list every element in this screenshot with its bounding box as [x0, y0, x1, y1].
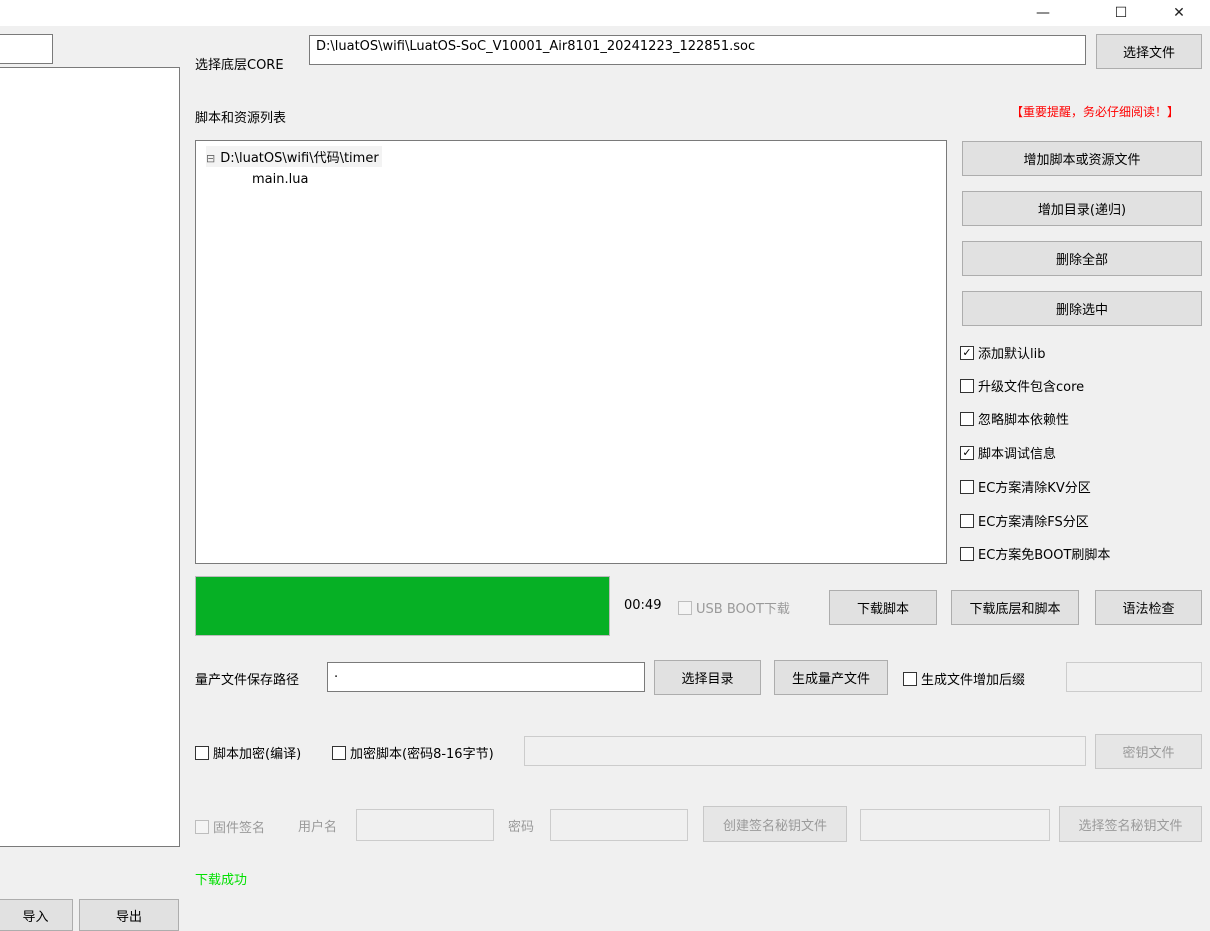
download-core-and-script-button[interactable]: 下载底层和脚本	[951, 590, 1079, 625]
checkbox-icon[interactable]	[960, 479, 974, 494]
option-label: EC方案清除FS分区	[978, 515, 1089, 530]
checkbox-icon[interactable]	[960, 378, 974, 393]
delete-all-button[interactable]: 删除全部	[962, 241, 1202, 276]
compile-encrypt-label: 脚本加密(编译)	[213, 747, 302, 762]
production-path-label: 量产文件保存路径	[195, 673, 300, 688]
select-directory-button[interactable]: 选择目录	[654, 660, 761, 695]
checkbox-icon[interactable]	[195, 745, 209, 760]
checkbox-icon[interactable]: ✓	[960, 345, 974, 360]
option-no-boot[interactable]: EC方案免BOOT刷脚本	[960, 544, 1110, 563]
sign-password-input[interactable]	[550, 809, 688, 841]
import-button[interactable]: 导入	[0, 899, 73, 931]
option-clear-kv[interactable]: EC方案清除KV分区	[960, 477, 1091, 496]
sign-key-path-input[interactable]	[860, 809, 1050, 841]
firmware-sign-checkbox[interactable]: 固件签名	[195, 817, 265, 836]
close-button[interactable]: ✕	[1156, 0, 1202, 26]
delete-selected-button[interactable]: 删除选中	[962, 291, 1202, 326]
checkbox-icon[interactable]	[960, 546, 974, 561]
left-search-input[interactable]	[0, 34, 53, 64]
option-label: 忽略脚本依赖性	[978, 413, 1070, 428]
export-button[interactable]: 导出	[79, 899, 179, 931]
download-script-button[interactable]: 下载脚本	[829, 590, 937, 625]
script-tree[interactable]: ⊟ D:\luatOS\wifi\代码\timer main.lua	[195, 140, 947, 564]
checkbox-icon[interactable]	[960, 411, 974, 426]
download-progress-bar	[195, 576, 610, 636]
password-input[interactable]	[524, 736, 1086, 766]
add-suffix-label: 生成文件增加后缀	[921, 673, 1026, 688]
add-directory-button[interactable]: 增加目录(递归)	[962, 191, 1202, 226]
checkbox-icon[interactable]	[960, 513, 974, 528]
production-path-input[interactable]: .	[327, 662, 645, 692]
option-label: EC方案免BOOT刷脚本	[978, 548, 1111, 563]
download-progress-fill	[196, 577, 609, 635]
checkbox-icon[interactable]: ✓	[960, 445, 974, 460]
tree-root-label: D:\luatOS\wifi\代码\timer	[220, 151, 379, 166]
select-sign-key-button[interactable]: 选择签名秘钥文件	[1059, 806, 1202, 842]
tree-child-item[interactable]: main.lua	[252, 172, 308, 187]
option-label: 脚本调试信息	[978, 447, 1057, 462]
key-file-button[interactable]: 密钥文件	[1095, 734, 1202, 769]
elapsed-time: 00:49	[624, 598, 662, 613]
option-label: 升级文件包含core	[978, 380, 1085, 395]
password-label: 密码	[508, 820, 535, 835]
maximize-button[interactable]: ☐	[1098, 0, 1144, 26]
option-default-lib[interactable]: ✓ 添加默认lib	[960, 343, 1045, 362]
core-label: 选择底层CORE	[195, 58, 284, 73]
option-label: 添加默认lib	[978, 347, 1046, 362]
suffix-input[interactable]	[1066, 662, 1202, 692]
usb-boot-checkbox[interactable]: USB BOOT下载	[678, 598, 790, 617]
minimize-button[interactable]: —	[1020, 0, 1066, 26]
checkbox-icon[interactable]	[332, 745, 346, 760]
encrypt-script-checkbox[interactable]: 加密脚本(密码8-16字节)	[332, 743, 494, 762]
select-core-file-button[interactable]: 选择文件	[1096, 34, 1202, 69]
username-label: 用户名	[298, 820, 338, 835]
close-icon: ✕	[1173, 5, 1185, 21]
checkbox-icon[interactable]	[195, 819, 209, 834]
script-list-label: 脚本和资源列表	[195, 111, 287, 126]
maximize-icon: ☐	[1114, 5, 1128, 21]
option-clear-fs[interactable]: EC方案清除FS分区	[960, 511, 1089, 530]
option-include-core[interactable]: 升级文件包含core	[960, 376, 1084, 395]
tree-root-item[interactable]: ⊟ D:\luatOS\wifi\代码\timer	[206, 146, 382, 167]
collapse-icon[interactable]: ⊟	[206, 152, 215, 165]
option-label: EC方案清除KV分区	[978, 481, 1091, 496]
add-suffix-checkbox[interactable]: 生成文件增加后缀	[903, 669, 1025, 688]
create-sign-key-button[interactable]: 创建签名秘钥文件	[703, 806, 847, 842]
generate-production-file-button[interactable]: 生成量产文件	[774, 660, 888, 695]
add-script-file-button[interactable]: 增加脚本或资源文件	[962, 141, 1202, 176]
compile-encrypt-checkbox[interactable]: 脚本加密(编译)	[195, 743, 301, 762]
important-warning-link[interactable]: 【重要提醒，务必仔细阅读！】	[1011, 103, 1179, 120]
usb-boot-label: USB BOOT下载	[696, 602, 790, 617]
option-debug-info[interactable]: ✓ 脚本调试信息	[960, 443, 1056, 462]
core-path-input[interactable]: D:\luatOS\wifi\LuatOS-SoC_V10001_Air8101…	[309, 35, 1086, 65]
checkbox-icon[interactable]	[678, 600, 692, 615]
checkbox-icon[interactable]	[903, 671, 917, 686]
username-input[interactable]	[356, 809, 494, 841]
firmware-sign-label: 固件签名	[213, 821, 266, 836]
minimize-icon: —	[1036, 5, 1050, 21]
encrypt-script-label: 加密脚本(密码8-16字节)	[350, 747, 494, 762]
syntax-check-button[interactable]: 语法检查	[1095, 590, 1202, 625]
left-list-panel[interactable]	[0, 67, 180, 847]
option-ignore-deps[interactable]: 忽略脚本依赖性	[960, 409, 1069, 428]
status-text: 下载成功	[195, 873, 248, 888]
